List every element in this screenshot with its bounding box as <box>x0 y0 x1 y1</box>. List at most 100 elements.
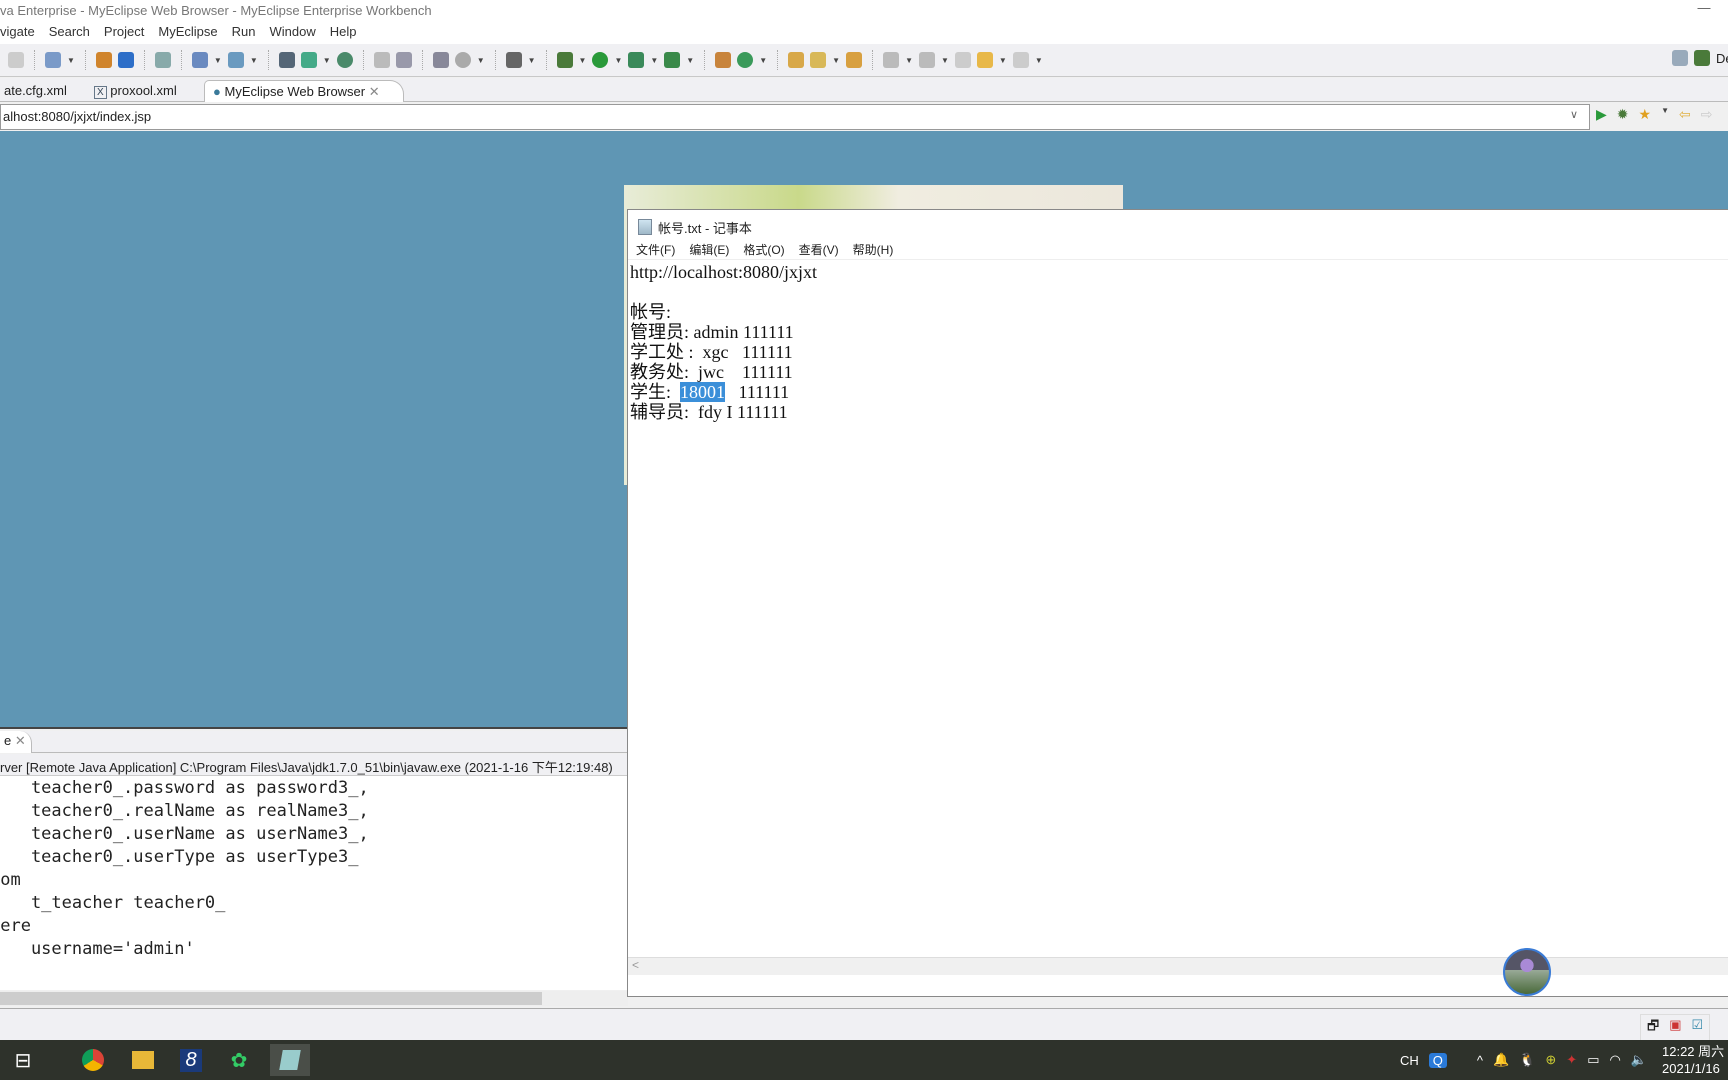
wifi-icon[interactable]: ◠ <box>1610 1052 1621 1068</box>
camera-icon[interactable] <box>505 52 522 68</box>
favorites-icon[interactable]: ★ <box>1639 106 1652 123</box>
manage-deploy-icon[interactable] <box>278 52 295 68</box>
tool-icon[interactable] <box>395 52 412 68</box>
disabled-icon <box>373 52 390 68</box>
new-package-icon[interactable] <box>715 52 732 68</box>
deploy-icon[interactable] <box>191 52 208 68</box>
notepad-text-area[interactable]: http://localhost:8080/jxjxt 帐号: 管理员: adm… <box>630 262 817 422</box>
notepad-scrollbar[interactable]: < <box>628 957 1728 975</box>
text-line: 帐号: <box>630 302 672 322</box>
menu-view[interactable]: 查看(V) <box>799 241 839 259</box>
chrome-icon[interactable] <box>76 1044 110 1076</box>
qq-icon[interactable]: 🐧 <box>1519 1052 1535 1068</box>
new-ejb-icon[interactable] <box>95 52 112 68</box>
text-line: http://localhost:8080/jxjxt <box>630 262 817 282</box>
console-line: teacher0_.userName as userName3_, <box>0 824 369 844</box>
task-view-icon[interactable]: ⊟ <box>6 1044 40 1076</box>
search-icon[interactable] <box>846 52 863 68</box>
minimize-button[interactable]: — <box>1694 0 1714 20</box>
file-explorer-icon[interactable] <box>126 1044 160 1076</box>
debug-icon[interactable]: ✹ <box>1617 106 1629 123</box>
app-8-icon[interactable]: 8 <box>174 1044 208 1076</box>
app-plus-icon[interactable]: ⊕ <box>1545 1052 1556 1068</box>
search-web-icon[interactable] <box>454 52 471 68</box>
menu-myeclipse[interactable]: MyEclipse <box>158 24 217 44</box>
text-line: 辅导员: fdy I 111111 <box>630 402 788 422</box>
volume-icon[interactable]: 🔈 <box>1631 1052 1647 1068</box>
tab-label: MyEclipse Web Browser <box>224 84 366 99</box>
run-server-icon[interactable] <box>300 52 317 68</box>
menu-search[interactable]: Search <box>49 24 90 44</box>
menu-window[interactable]: Window <box>269 24 315 44</box>
avatar[interactable] <box>1503 948 1551 996</box>
tab-label: e <box>4 733 12 748</box>
notepad-titlebar[interactable]: 帐号.txt - 记事本 <box>628 210 1728 238</box>
url-input[interactable]: alhost:8080/jxjxt/index.jsp <box>0 104 1590 130</box>
menu-edit[interactable]: 编辑(E) <box>689 241 729 259</box>
menu-project[interactable]: Project <box>104 24 144 44</box>
console-line: teacher0_.userType as userType3_ <box>0 847 359 867</box>
tasks-icon[interactable]: ☑ <box>1692 1017 1704 1039</box>
console-header: rver [Remote Java Application] C:\Progra… <box>0 754 628 776</box>
restore-icon[interactable]: 🗗 <box>1647 1017 1659 1039</box>
open-type-icon[interactable] <box>788 52 805 68</box>
perspective-switcher[interactable]: De <box>1672 50 1728 66</box>
search-app-icon[interactable]: Q <box>1428 1052 1447 1068</box>
text-line: 管理员: admin 111111 <box>630 322 794 342</box>
tab-hibernate-cfg[interactable]: ate.cfg.xml <box>0 80 75 102</box>
open-perspective-icon[interactable] <box>1672 50 1688 66</box>
chevron-up-icon[interactable]: ^ <box>1477 1053 1483 1068</box>
notification-icon[interactable]: 🔔 <box>1493 1052 1509 1068</box>
perspective-label: De <box>1716 50 1728 66</box>
run-config-icon[interactable] <box>628 52 645 68</box>
new-bean-icon[interactable] <box>117 52 134 68</box>
clock[interactable]: 12:22 周六 2021/1/16 <box>1662 1043 1724 1077</box>
tab-web-browser[interactable]: ● MyEclipse Web Browser ✕ <box>204 80 404 102</box>
menu-run[interactable]: Run <box>232 24 256 44</box>
last-edit-icon[interactable] <box>954 52 971 68</box>
report-icon[interactable] <box>432 52 449 68</box>
app-red-icon[interactable]: ✦ <box>1566 1052 1577 1068</box>
menu-navigate[interactable]: vigate <box>0 24 35 44</box>
tab-proxool[interactable]: X proxool.xml <box>86 80 185 102</box>
menu-format[interactable]: 格式(O) <box>743 241 784 259</box>
app-green-icon[interactable]: ✿ <box>222 1044 256 1076</box>
print-icon[interactable] <box>8 52 24 68</box>
battery-icon[interactable]: ▭ <box>1587 1052 1599 1068</box>
go-icon[interactable]: ▶ <box>1596 106 1607 123</box>
error-log-icon[interactable]: ▣ <box>1669 1017 1681 1039</box>
menu-help[interactable]: 帮助(H) <box>853 241 894 259</box>
open-task-icon[interactable] <box>810 52 827 68</box>
server-icon[interactable] <box>227 52 244 68</box>
forward-icon[interactable]: ⇨ <box>1701 106 1713 123</box>
next-annotation-icon[interactable] <box>883 52 900 68</box>
console-line: username='admin' <box>0 939 195 959</box>
notepad-taskbar-icon[interactable] <box>270 1044 310 1076</box>
menu-help[interactable]: Help <box>330 24 357 44</box>
run-icon[interactable] <box>592 52 609 68</box>
debug-icon[interactable] <box>556 52 573 68</box>
prev-annotation-icon[interactable] <box>918 52 935 68</box>
close-icon[interactable]: ✕ <box>369 84 380 99</box>
menu-file[interactable]: 文件(F) <box>636 241 675 259</box>
chevron-down-icon[interactable]: ▼ <box>1661 106 1669 123</box>
toolbar: ▼ ▼ ▼ ▼ ▼ ▼ ▼ ▼ ▼ ▼ ▼ ▼ ▼ ▼ ▼ ▼ De <box>0 44 1728 77</box>
status-bar <box>0 1008 1728 1040</box>
chevron-down-icon[interactable]: ∨ <box>1570 108 1578 121</box>
tab-console[interactable]: e ✕ <box>0 731 32 753</box>
console-output[interactable]: teacher0_.password as password3_, teache… <box>0 776 628 990</box>
system-tray: CH Q ^ 🔔 🐧 ⊕ ✦ ▭ ◠ 🔈 <box>1400 1044 1647 1076</box>
back-icon[interactable] <box>976 52 993 68</box>
back-icon[interactable]: ⇦ <box>1679 106 1691 123</box>
external-tools-icon[interactable] <box>664 52 681 68</box>
globe-icon[interactable] <box>336 52 353 68</box>
new-wizard-icon[interactable] <box>45 52 61 68</box>
close-icon[interactable]: ✕ <box>15 733 26 748</box>
web-service-icon[interactable] <box>154 52 171 68</box>
new-class-icon[interactable] <box>737 52 754 68</box>
debug-perspective-icon <box>1694 50 1710 66</box>
input-language[interactable]: CH <box>1400 1053 1419 1068</box>
scrollbar-thumb[interactable] <box>0 992 542 1005</box>
globe-icon: ● <box>213 84 221 99</box>
forward-icon[interactable] <box>1012 52 1029 68</box>
